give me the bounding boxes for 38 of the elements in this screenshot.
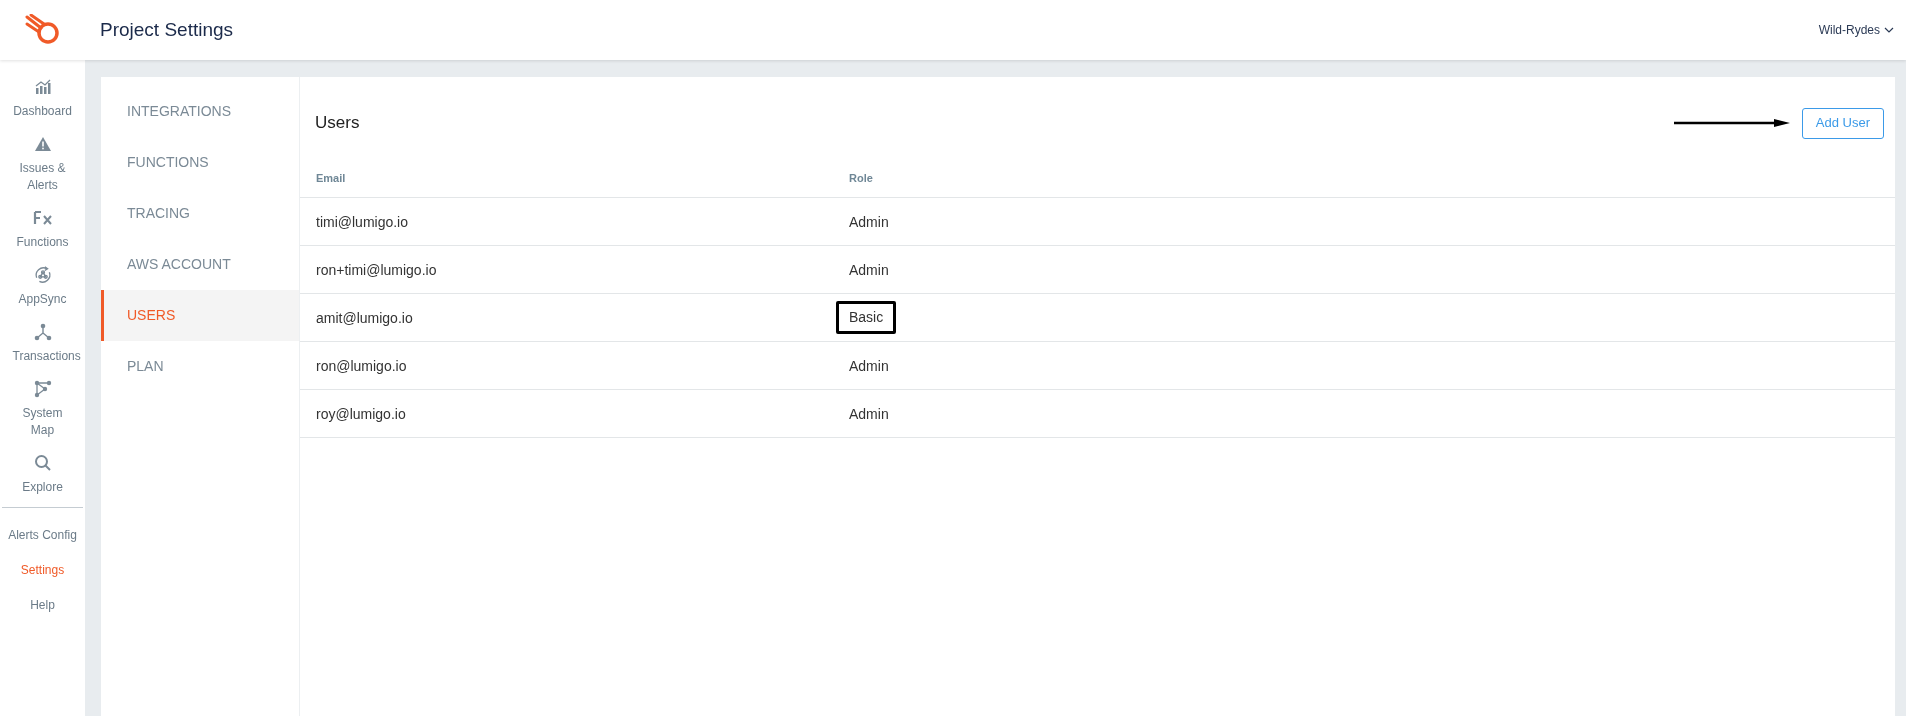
sidebar-item[interactable]: Settings <box>20 562 65 579</box>
logo-icon <box>24 14 61 46</box>
add-user-button[interactable]: Add User <box>1801 107 1884 139</box>
settings-tab[interactable]: AWS ACCOUNT <box>101 239 299 290</box>
column-header: Role <box>849 171 873 184</box>
email-cell: roy@lumigo.io <box>316 405 406 422</box>
settings-tab[interactable]: PLAN <box>101 341 299 392</box>
sidebar-item[interactable]: Help <box>30 597 55 614</box>
nodes-icon <box>33 322 52 342</box>
project-dropdown[interactable]: Wild-Rydes <box>1818 21 1894 39</box>
sidebar-item[interactable]: Dashboard <box>0 70 85 127</box>
email-cell: amit@lumigo.io <box>316 309 413 326</box>
role-cell: Basic <box>836 301 897 334</box>
email-cell: ron+timi@lumigo.io <box>316 261 437 278</box>
email-cell: timi@lumigo.io <box>316 213 408 230</box>
sidebar-item[interactable]: System Map <box>0 372 85 446</box>
page-title: Project Settings <box>100 17 234 42</box>
bar-chart-icon <box>34 77 51 97</box>
role-cell-text: Admin <box>848 404 890 424</box>
sidebar-item[interactable]: Alerts Config <box>8 527 77 544</box>
settings-tab[interactable]: TRACING <box>101 188 299 239</box>
settings-tab[interactable]: FUNCTIONS <box>101 137 299 188</box>
sidebar-item[interactable]: Issues & Alerts <box>0 127 85 201</box>
section-title: Users <box>315 112 360 135</box>
column-header: Email <box>316 171 346 184</box>
role-cell-text: Admin <box>848 260 890 280</box>
sidebar-item[interactable]: Functions <box>0 201 85 258</box>
sidebar-item[interactable]: Transactions <box>0 315 85 372</box>
settings-tab[interactable]: INTEGRATIONS <box>101 86 299 137</box>
chevron-down-icon <box>1884 27 1894 33</box>
email-cell: ron@lumigo.io <box>316 357 407 374</box>
role-cell-text: Admin <box>848 212 890 232</box>
network-icon <box>33 379 52 399</box>
sidebar-item[interactable]: AppSync <box>0 258 85 315</box>
sidebar-item[interactable]: Explore <box>0 446 85 503</box>
search-icon <box>33 453 52 473</box>
role-cell-text: Admin <box>848 356 890 376</box>
settings-tab[interactable]: USERS <box>101 290 299 341</box>
